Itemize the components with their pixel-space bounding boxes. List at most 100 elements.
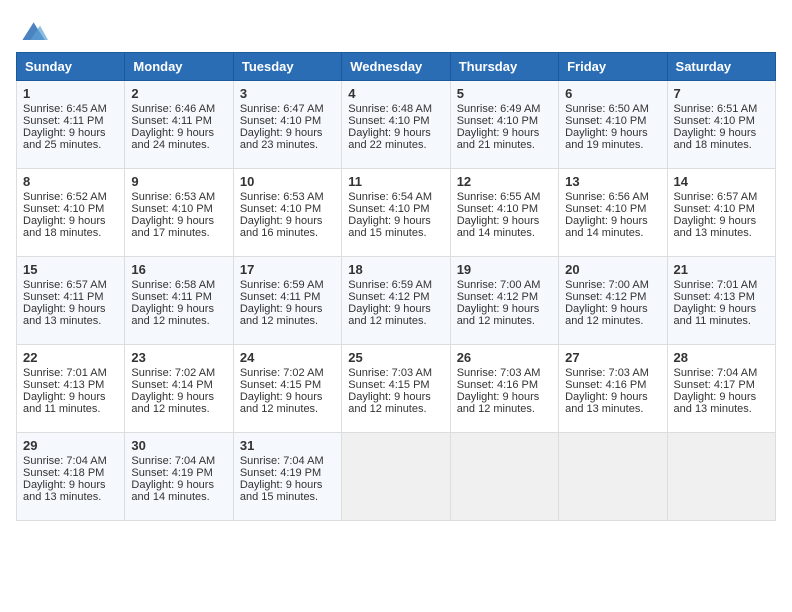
calendar-cell: 23 Sunrise: 7:02 AMSunset: 4:14 PMDayligh… xyxy=(125,345,233,433)
day-header-saturday: Saturday xyxy=(667,53,775,81)
sunset: Sunset: 4:10 PM xyxy=(348,115,429,127)
day-number: 24 xyxy=(240,350,335,365)
sunrise: Sunrise: 6:45 AM xyxy=(23,103,107,115)
day-number: 19 xyxy=(457,262,552,277)
sunset: Sunset: 4:14 PM xyxy=(131,379,212,391)
daylight: Daylight: 9 hours and 19 minutes. xyxy=(565,127,648,151)
day-number: 21 xyxy=(674,262,769,277)
sunset: Sunset: 4:16 PM xyxy=(457,379,538,391)
calendar-cell: 7Sunrise: 6:51 AMSunset: 4:10 PMDaylight… xyxy=(667,81,775,169)
sunrise: Sunrise: 7:03 AM xyxy=(457,367,541,379)
calendar-cell: 8Sunrise: 6:52 AMSunset: 4:10 PMDaylight… xyxy=(17,169,125,257)
day-number: 14 xyxy=(674,174,769,189)
daylight: Daylight: 9 hours and 12 minutes. xyxy=(131,303,214,327)
calendar-table: SundayMondayTuesdayWednesdayThursdayFrid… xyxy=(16,52,776,521)
calendar-cell: 15Sunrise: 6:57 AMSunset: 4:11 PMDayligh… xyxy=(17,257,125,345)
calendar-cell: 20Sunrise: 7:00 AMSunset: 4:12 PMDayligh… xyxy=(559,257,667,345)
sunrise: Sunrise: 6:52 AM xyxy=(23,191,107,203)
sunrise: Sunrise: 6:57 AM xyxy=(674,191,758,203)
calendar-cell xyxy=(342,433,450,521)
sunrise: Sunrise: 7:02 AM xyxy=(131,367,215,379)
page-header xyxy=(16,16,776,44)
day-number: 17 xyxy=(240,262,335,277)
daylight: Daylight: 9 hours and 12 minutes. xyxy=(348,303,431,327)
calendar-cell xyxy=(450,433,558,521)
sunset: Sunset: 4:12 PM xyxy=(348,291,429,303)
daylight: Daylight: 9 hours and 14 minutes. xyxy=(457,215,540,239)
calendar-cell: 16Sunrise: 6:58 AMSunset: 4:11 PMDayligh… xyxy=(125,257,233,345)
calendar-cell xyxy=(559,433,667,521)
sunrise: Sunrise: 6:57 AM xyxy=(23,279,107,291)
calendar-cell: 13Sunrise: 6:56 AMSunset: 4:10 PMDayligh… xyxy=(559,169,667,257)
sunset: Sunset: 4:10 PM xyxy=(23,203,104,215)
sunset: Sunset: 4:10 PM xyxy=(348,203,429,215)
daylight: Daylight: 9 hours and 12 minutes. xyxy=(457,303,540,327)
daylight: Daylight: 9 hours and 21 minutes. xyxy=(457,127,540,151)
calendar-cell: 19Sunrise: 7:00 AMSunset: 4:12 PMDayligh… xyxy=(450,257,558,345)
calendar-cell: 18 Sunrise: 6:59 AMSunset: 4:12 PMDayligh… xyxy=(342,257,450,345)
sunset: Sunset: 4:15 PM xyxy=(240,379,321,391)
sunrise: Sunrise: 6:59 AM xyxy=(348,279,432,291)
day-number: 5 xyxy=(457,86,552,101)
calendar-cell: 25Sunrise: 7:03 AMSunset: 4:15 PMDayligh… xyxy=(342,345,450,433)
sunrise: Sunrise: 6:48 AM xyxy=(348,103,432,115)
day-number: 12 xyxy=(457,174,552,189)
calendar-cell: 28Sunrise: 7:04 AMSunset: 4:17 PMDayligh… xyxy=(667,345,775,433)
sunset: Sunset: 4:19 PM xyxy=(131,467,212,479)
day-number: 9 xyxy=(131,174,226,189)
daylight: Daylight: 9 hours and 13 minutes. xyxy=(674,215,757,239)
daylight: Daylight: 9 hours and 23 minutes. xyxy=(240,127,323,151)
calendar-cell: 5Sunrise: 6:49 AMSunset: 4:10 PMDaylight… xyxy=(450,81,558,169)
day-header-sunday: Sunday xyxy=(17,53,125,81)
day-number: 29 xyxy=(23,438,118,453)
sunset: Sunset: 4:10 PM xyxy=(565,203,646,215)
sunset: Sunset: 4:11 PM xyxy=(131,115,212,127)
sunset: Sunset: 4:11 PM xyxy=(131,291,212,303)
day-number: 1 xyxy=(23,86,118,101)
day-number: 25 xyxy=(348,350,443,365)
calendar-cell xyxy=(667,433,775,521)
day-number: 26 xyxy=(457,350,552,365)
daylight: Daylight: 9 hours and 22 minutes. xyxy=(348,127,431,151)
day-number: 10 xyxy=(240,174,335,189)
day-number: 16 xyxy=(131,262,226,277)
sunrise: Sunrise: 6:46 AM xyxy=(131,103,215,115)
sunrise: Sunrise: 7:04 AM xyxy=(23,455,107,467)
sunrise: Sunrise: 7:03 AM xyxy=(348,367,432,379)
daylight: Daylight: 9 hours and 14 minutes. xyxy=(131,479,214,503)
day-header-friday: Friday xyxy=(559,53,667,81)
daylight: Daylight: 9 hours and 12 minutes. xyxy=(565,303,648,327)
calendar-week-5: 29Sunrise: 7:04 AMSunset: 4:18 PMDayligh… xyxy=(17,433,776,521)
calendar-cell: 3Sunrise: 6:47 AMSunset: 4:10 PMDaylight… xyxy=(233,81,341,169)
daylight: Daylight: 9 hours and 12 minutes. xyxy=(131,391,214,415)
daylight: Daylight: 9 hours and 11 minutes. xyxy=(23,391,106,415)
calendar-cell: 14Sunrise: 6:57 AMSunset: 4:10 PMDayligh… xyxy=(667,169,775,257)
sunset: Sunset: 4:10 PM xyxy=(565,115,646,127)
day-number: 11 xyxy=(348,174,443,189)
daylight: Daylight: 9 hours and 12 minutes. xyxy=(348,391,431,415)
calendar-cell: 10Sunrise: 6:53 AMSunset: 4:10 PMDayligh… xyxy=(233,169,341,257)
sunset: Sunset: 4:16 PM xyxy=(565,379,646,391)
sunrise: Sunrise: 6:54 AM xyxy=(348,191,432,203)
sunset: Sunset: 4:11 PM xyxy=(240,291,321,303)
day-number: 7 xyxy=(674,86,769,101)
calendar-cell: 17Sunrise: 6:59 AMSunset: 4:11 PMDayligh… xyxy=(233,257,341,345)
sunrise: Sunrise: 6:47 AM xyxy=(240,103,324,115)
sunset: Sunset: 4:10 PM xyxy=(674,115,755,127)
day-number: 23 xyxy=(131,350,226,365)
calendar-cell: 31Sunrise: 7:04 AMSunset: 4:19 PMDayligh… xyxy=(233,433,341,521)
day-number: 13 xyxy=(565,174,660,189)
sunrise: Sunrise: 6:55 AM xyxy=(457,191,541,203)
sunrise: Sunrise: 6:53 AM xyxy=(131,191,215,203)
daylight: Daylight: 9 hours and 13 minutes. xyxy=(23,479,106,503)
sunrise: Sunrise: 6:51 AM xyxy=(674,103,758,115)
calendar-cell: 26Sunrise: 7:03 AMSunset: 4:16 PMDayligh… xyxy=(450,345,558,433)
day-number: 18 xyxy=(348,262,443,277)
daylight: Daylight: 9 hours and 17 minutes. xyxy=(131,215,214,239)
daylight: Daylight: 9 hours and 18 minutes. xyxy=(23,215,106,239)
sunrise: Sunrise: 7:01 AM xyxy=(23,367,107,379)
sunset: Sunset: 4:10 PM xyxy=(240,203,321,215)
sunset: Sunset: 4:12 PM xyxy=(565,291,646,303)
day-number: 4 xyxy=(348,86,443,101)
sunrise: Sunrise: 7:03 AM xyxy=(565,367,649,379)
